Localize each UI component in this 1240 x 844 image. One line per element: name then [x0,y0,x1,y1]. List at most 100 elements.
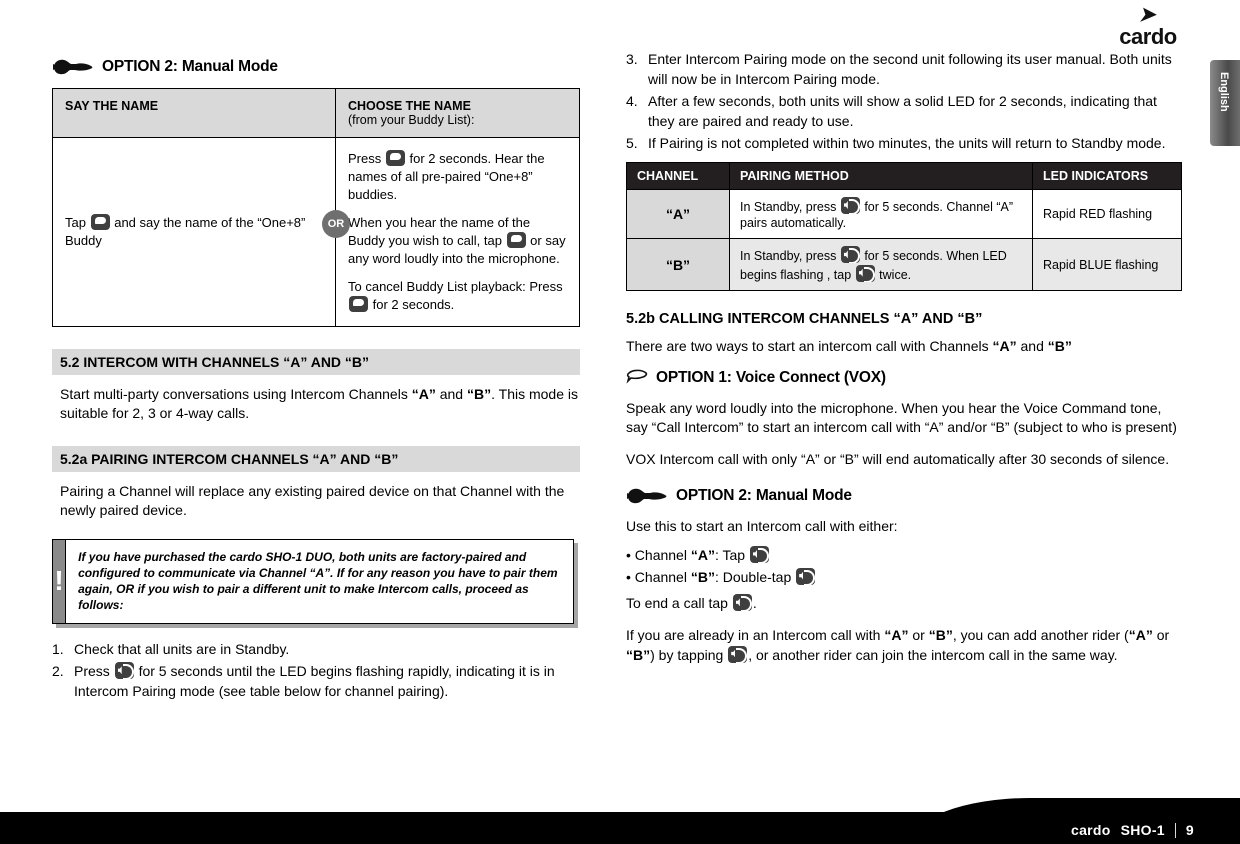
cell-choose-the-name: OR Press for 2 seconds. Hear the names o… [322,137,580,327]
note-box: ! If you have purchased the cardo SHO-1 … [52,538,574,624]
list-item: 1. Check that all units are in Standby. [52,640,580,660]
final-3: , you can add another rider ( [952,626,1129,643]
final-bold-b: “B” [928,626,953,643]
method-b-pre: In Standby, press [740,249,837,264]
bullet-b-bold: “B” [690,568,715,585]
section-5-2a-body: Pairing a Channel will replace any exist… [60,482,565,519]
bullet-a-pre: Channel [634,546,691,563]
step-number: 3. [626,51,638,67]
left-steps-list: 1. Check that all units are in Standby. 2… [52,640,580,702]
header-pairing-method: PAIRING METHOD [729,161,1033,190]
cell-channel-b: “B” [626,238,730,291]
warning-exclamation-icon: ! [53,539,67,623]
option2-end-call: To end a call tap . [626,594,1182,614]
bullet-a-post: : Tap [714,546,746,563]
intercom-button-icon [114,662,134,680]
language-tab-label: English [1218,72,1230,112]
choose-step-3: To cancel Buddy List playback: Press for… [348,278,567,314]
cell-say-the-name: Tap and say the name of the “One+8” Budd… [52,137,336,327]
list-item: 4. After a few seconds, both units will s… [626,92,1182,131]
intercom-button-icon [728,645,748,663]
list-item: 2. Press for 5 seconds until the LED begi… [52,662,580,701]
buddy-phone-icon [385,150,405,166]
left-column: OPTION 2: Manual Mode SAY THE NAME CHOOS… [52,58,580,704]
s52b-body-2: and [1016,337,1048,354]
step-text: After a few seconds, both units will sho… [648,93,1157,129]
language-tab: English [1210,60,1240,146]
pointing-hand-icon [53,59,93,75]
final-4: or [1152,626,1170,643]
header-say-the-name: SAY THE NAME [52,88,336,138]
section-5-2b-body: There are two ways to start an intercom … [626,337,1182,357]
bullet-a-bold: “A” [690,546,715,563]
intercom-button-icon [732,594,752,612]
page-footer: cardo SHO-1 9 [0,798,1240,844]
cell-method-a: In Standby, press for 5 seconds. Channel… [729,188,1033,240]
bullet-b-post: : Double-tap [714,568,792,585]
cell-led-b: Rapid BLUE flashing [1032,238,1182,291]
say-pre-text: Tap [65,215,86,231]
final-bold-a: “A” [884,626,909,643]
buddy-phone-icon [506,231,526,248]
s52-body-2: and [435,385,467,402]
section-5-2b-heading: 5.2b CALLING INTERCOM CHANNELS “A” AND “… [626,310,983,327]
section-5-2-heading: 5.2 INTERCOM WITH CHANNELS “A” AND “B” [52,348,580,375]
option1-paragraph-2: VOX Intercom call with only “A” or “B” w… [626,450,1170,467]
s52b-bold-a: “A” [992,337,1017,354]
final-bold-a2: “A” [1128,626,1153,643]
choose-step-2: When you hear the name of the Buddy you … [348,214,567,268]
footer-divider [1174,822,1176,838]
cardo-swoosh-icon: ➤ [1137,4,1159,26]
section-5-2a-heading: 5.2a PAIRING INTERCOM CHANNELS “A” AND “… [52,445,580,472]
step-number: 2. [52,663,64,680]
footer-brand: cardo [1070,822,1111,838]
step-number: 5. [626,135,638,152]
end-call-post: . [752,595,757,612]
method-b-post: twice. [879,267,912,282]
option2-intro: Use this to start an Intercom call with … [626,518,898,535]
option2-final-paragraph: If you are already in an Intercom call w… [626,626,1182,665]
intercom-button-icon [855,264,875,282]
step-text: Enter Intercom Pairing mode on the secon… [648,51,1172,87]
step-text-post: for 5 seconds until the LED begins flash… [74,663,555,699]
note-text: If you have purchased the cardo SHO-1 DU… [78,549,558,613]
table-row: Tap and say the name of the “One+8” Budd… [52,137,580,327]
section-5-2-body: Start multi-party conversations using In… [52,385,580,424]
step-text: If Pairing is not completed within two m… [648,135,1166,152]
final-bold-b2: “B” [626,646,651,663]
choose-step-2-pre: When you hear the name of the Buddy you … [348,214,531,248]
final-6: , or another rider can join the intercom… [748,646,1118,663]
s52-body-1: Start multi-party conversations using In… [60,385,412,402]
list-item: 3. Enter Intercom Pairing mode on the sec… [626,50,1182,89]
option1-paragraph-1: Speak any word loudly into the microphon… [626,399,1177,436]
right-option2-heading: OPTION 2: Manual Mode [626,487,1182,505]
table-header-row: SAY THE NAME CHOOSE THE NAME (from your … [52,88,580,138]
intercom-button-icon [840,246,860,264]
step-text-pre: Press [74,663,110,680]
intercom-button-icon [840,196,860,214]
method-a-pre: In Standby, press [740,199,837,214]
table-row: “B” In Standby, press for 5 seconds. Whe… [626,238,1182,291]
end-call-pre: To end a call tap [626,595,728,612]
right-option1-heading: OPTION 1: Voice Connect (VOX) [626,369,1182,387]
table-row: “A” In Standby, press for 5 seconds. Cha… [626,188,1182,240]
choose-step-1-pre: Press [348,151,382,166]
final-2: or [908,626,929,643]
header-choose-title: CHOOSE THE NAME [348,99,471,113]
manual-page: ➤ cardo English OPTION 2: Manual Mode SA… [0,0,1240,844]
buddy-phone-icon [349,295,368,312]
cardo-logo: ➤ cardo [1100,4,1196,50]
header-choose-the-name: CHOOSE THE NAME (from your Buddy List): [335,88,580,138]
pointing-hand-icon [627,489,667,504]
header-choose-sub: (from your Buddy List): [348,113,475,127]
table-header-row: CHANNEL PAIRING METHOD LED INDICATORS [626,161,1182,190]
cardo-logo-text: cardo [1119,24,1177,49]
s52-bold-b: “B” [466,385,492,402]
list-item: Channel “B”: Double-tap [626,567,1182,589]
cell-led-a: Rapid RED flashing [1032,188,1182,240]
footer-model: SHO-1 [1120,822,1165,838]
choose-step-3-post: for 2 seconds. [372,296,455,312]
choose-step-1: Press for 2 seconds. Hear the names of a… [348,150,567,204]
choose-step-3-pre: To cancel Buddy List playback: Press [348,278,563,294]
or-badge: OR [322,210,350,238]
